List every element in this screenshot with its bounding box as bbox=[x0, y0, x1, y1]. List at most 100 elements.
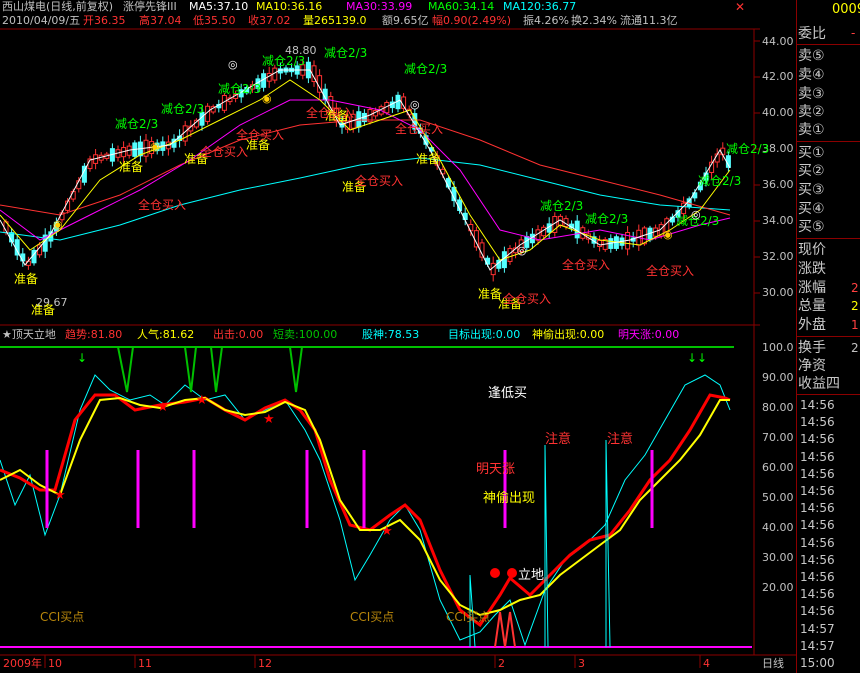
full-buy-label: 全仓买入 bbox=[236, 128, 285, 142]
ma60-line bbox=[0, 119, 731, 216]
price-axis-ticks bbox=[754, 40, 760, 294]
full-buy-label: 全仓买入 bbox=[562, 258, 611, 272]
indicator-tick-label: 50.00 bbox=[762, 491, 794, 504]
circle-marker-icon: ◎ bbox=[410, 98, 420, 111]
svg-text:★: ★ bbox=[196, 393, 208, 408]
full-buy-label: 全仓买入 bbox=[138, 198, 187, 212]
money-bag-icon: ◉ bbox=[150, 140, 160, 153]
time-label-year: 2009年 bbox=[3, 657, 42, 670]
svg-text:★: ★ bbox=[157, 400, 169, 415]
stat-volume-value: 2 bbox=[851, 299, 859, 313]
attention-spike bbox=[544, 444, 549, 648]
reduce-label: 减仓2/3 bbox=[218, 82, 262, 96]
svg-text:★: ★ bbox=[54, 488, 66, 503]
tick-time: 14:57 bbox=[800, 638, 835, 653]
reduce-label: 减仓2/3 bbox=[324, 46, 368, 60]
god-steal-value: 神偷出现:0.00 bbox=[532, 328, 605, 341]
signal-dot bbox=[507, 568, 517, 578]
ready-label: 准备 bbox=[31, 303, 56, 317]
stat-volume: 总量 bbox=[798, 298, 826, 314]
standing-label: 立地 bbox=[518, 568, 545, 583]
money-bag-icon: ◉ bbox=[262, 92, 272, 105]
tick-time: 14:56 bbox=[800, 604, 835, 619]
arrow-down-icon: ↓↓ bbox=[687, 351, 707, 365]
signal-dot bbox=[490, 568, 500, 578]
sell-5: 卖⑤ bbox=[798, 48, 825, 64]
stat-change: 涨跌 bbox=[798, 261, 826, 277]
full-buy-label: 全仓买入 bbox=[503, 292, 552, 306]
full-buy-label: 全仓买入 bbox=[355, 174, 404, 188]
arrow-down-icon: ↓ bbox=[77, 351, 87, 365]
circle-marker-icon: ◎ bbox=[517, 244, 527, 257]
indicator-tick-label: 40.00 bbox=[762, 521, 794, 534]
stat-pct-value: 2 bbox=[851, 281, 859, 295]
sell-1: 卖① bbox=[798, 122, 825, 138]
buy-2: 买② bbox=[798, 163, 825, 179]
time-label: 12 bbox=[258, 657, 272, 670]
ready-label: 准备 bbox=[119, 160, 144, 174]
tick-time: 14:56 bbox=[800, 518, 835, 533]
buy-4: 买④ bbox=[798, 201, 825, 217]
commission-value: - bbox=[851, 26, 856, 40]
time-label: 3 bbox=[578, 657, 585, 670]
indicator-tick-label: 60.00 bbox=[762, 461, 794, 474]
tick-time: 14:57 bbox=[800, 621, 835, 636]
tick-time: 14:56 bbox=[800, 570, 835, 584]
candle-body bbox=[720, 147, 726, 156]
star-markers: ★ ★ ★ ★ ★ bbox=[54, 393, 393, 539]
indicator-tick-label: 70.00 bbox=[762, 431, 794, 444]
full-buy-label: 全仓买入 bbox=[646, 264, 695, 278]
reduce-label: 减仓2/3 bbox=[585, 212, 629, 226]
tick-time: 14:56 bbox=[800, 466, 835, 481]
money-bag-icon: ◉ bbox=[53, 218, 63, 231]
price-tick-label: 34.00 bbox=[762, 214, 794, 227]
target-value: 目标出现:0.00 bbox=[448, 328, 521, 341]
stat-price: 现价 bbox=[798, 242, 826, 258]
tick-time: 14:56 bbox=[800, 552, 835, 567]
stat-turnover: 换手 bbox=[798, 340, 826, 356]
price-tick-label: 42.00 bbox=[762, 70, 794, 83]
reduce-label: 减仓2/3 bbox=[404, 62, 448, 76]
full-buy-label: 全仓买入 bbox=[200, 145, 249, 159]
time-label: 11 bbox=[138, 657, 152, 670]
reduce-label: 减仓2/3 bbox=[726, 142, 770, 156]
ready-label: 准备 bbox=[416, 152, 441, 166]
tick-time: 15:00 bbox=[800, 656, 835, 670]
stat-net-assets: 净资 bbox=[798, 358, 826, 374]
red-spikes bbox=[494, 611, 516, 648]
sell-4: 卖④ bbox=[798, 67, 825, 83]
indicator-title[interactable]: ★顶天立地 bbox=[2, 329, 56, 341]
reduce-label: 减仓2/3 bbox=[161, 102, 205, 116]
indicator-tick-label: 20.00 bbox=[762, 581, 794, 594]
stat-outer-value: 1 bbox=[851, 318, 859, 332]
sell-3: 卖③ bbox=[798, 86, 825, 102]
tick-time: 14:56 bbox=[800, 432, 835, 447]
tomorrow-up-value: 明天涨:0.00 bbox=[618, 328, 680, 341]
period-label[interactable]: 日线 bbox=[762, 658, 784, 670]
svg-text:★: ★ bbox=[263, 412, 275, 427]
attention-spike-2 bbox=[605, 439, 611, 648]
indicator-tick-label: 80.00 bbox=[762, 401, 794, 414]
price-tick-label: 32.00 bbox=[762, 250, 794, 263]
stat-turnover-value: 2 bbox=[851, 341, 859, 355]
price-tick-label: 44.00 bbox=[762, 35, 794, 48]
money-bag-icon: ◉ bbox=[663, 228, 673, 241]
stat-earnings: 收益四 bbox=[798, 376, 840, 392]
cci-buy-label: CCI买点 bbox=[446, 610, 491, 624]
short-value: 短卖:100.00 bbox=[273, 328, 338, 341]
candle-body bbox=[20, 253, 26, 262]
god-steal-label: 神偷出现 bbox=[483, 491, 536, 506]
buy-5: 买⑤ bbox=[798, 219, 825, 235]
tick-time: 14:56 bbox=[800, 535, 835, 550]
buy-3: 买③ bbox=[798, 182, 825, 198]
trend-value: 趋势:81.80 bbox=[65, 328, 123, 341]
indicator-tick-label: 90.00 bbox=[762, 371, 794, 384]
cci-buy-label: CCI买点 bbox=[40, 610, 85, 624]
signal-bars bbox=[45, 450, 654, 528]
reduce-label: 减仓2/3 bbox=[262, 54, 306, 68]
circle-marker-icon: ◎ bbox=[228, 58, 238, 71]
time-label: 2 bbox=[498, 657, 505, 670]
circle-marker-icon: ◎ bbox=[691, 208, 701, 221]
candlesticks bbox=[3, 56, 731, 282]
commission-label: 委比 bbox=[798, 26, 826, 42]
